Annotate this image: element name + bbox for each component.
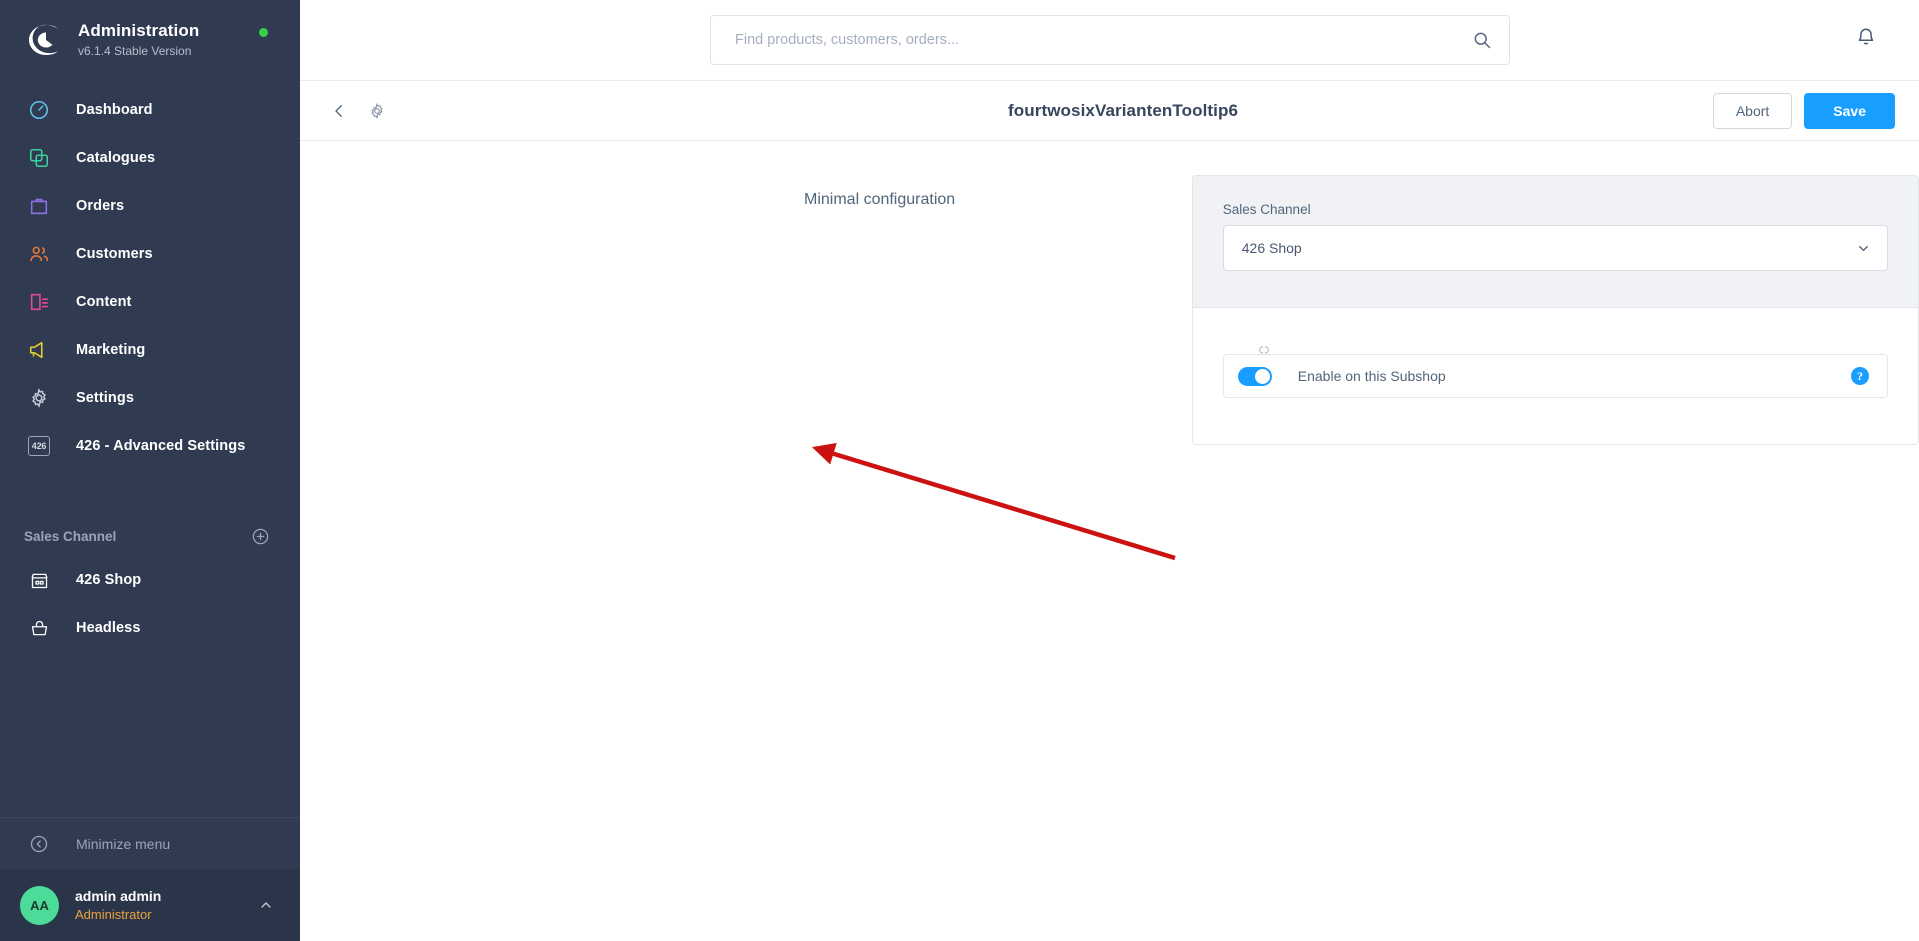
sales-channel-select-value: 426 Shop [1242,240,1302,256]
chevron-down-icon[interactable] [1856,241,1871,256]
customers-icon [24,239,54,269]
sidebar-item-label: Settings [76,390,134,406]
sidebar-item-label: Content [76,294,131,310]
sidebar-item-customers[interactable]: Customers [0,230,300,278]
global-search [710,15,1510,65]
section-label: Minimal configuration [804,175,986,209]
sidebar-item-orders[interactable]: Orders [0,182,300,230]
dashboard-icon [24,95,54,125]
badge-426-text: 426 [28,436,50,456]
brand-version: v6.1.4 Stable Version [78,43,199,59]
sidebar-item-label: Orders [76,198,124,214]
gear-icon[interactable] [362,96,392,126]
sidebar-item-label: Customers [76,246,153,262]
topbar [300,0,1919,80]
orders-icon [24,191,54,221]
toggle-knob [1255,369,1270,384]
save-button[interactable]: Save [1804,93,1895,129]
sidebar-item-label: 426 - Advanced Settings [76,438,245,454]
storefront-icon [24,565,54,595]
sidebar-spacer [0,652,300,817]
enable-subshop-label: Enable on this Subshop [1298,368,1446,384]
sales-channel-section-title: Sales Channel [24,529,116,544]
chevron-up-icon[interactable] [258,897,274,913]
sidebar-nav: Dashboard Catalogues Orders [0,86,300,470]
chevron-left-icon[interactable] [324,96,354,126]
page-title: fourtwosixVariantenTooltip6 [1008,101,1238,121]
user-name: admin admin [75,887,258,905]
plus-circle-icon[interactable] [251,527,270,546]
content-area: Minimal configuration Sales Channel 426 … [300,141,1919,941]
avatar: AA [20,886,59,925]
sidebar-item-426-advanced-settings[interactable]: 426 426 - Advanced Settings [0,422,300,470]
sidebar-sales-channel-headless[interactable]: Headless [0,604,300,652]
sidebar-brand[interactable]: Administration v6.1.4 Stable Version [0,0,300,76]
user-text: admin admin Administrator [75,887,258,923]
brand-text: Administration v6.1.4 Stable Version [78,21,199,59]
sales-channel-section-header: Sales Channel [0,516,300,556]
inheritance-broken-icon[interactable] [1256,342,1272,358]
sidebar-item-label: Catalogues [76,150,155,166]
user-role: Administrator [75,906,258,923]
minimize-menu-label: Minimize menu [76,836,170,852]
sidebar-item-marketing[interactable]: Marketing [0,326,300,374]
help-circle-icon[interactable]: ? [1851,367,1869,385]
sidebar-item-label: Marketing [76,342,145,358]
marketing-icon [24,335,54,365]
sidebar-item-settings[interactable]: Settings [0,374,300,422]
gear-icon [24,383,54,413]
config-card: Sales Channel 426 Shop [1192,175,1919,445]
badge-426-icon: 426 [24,431,54,461]
user-menu[interactable]: AA admin admin Administrator [0,869,300,941]
sidebar-item-dashboard[interactable]: Dashboard [0,86,300,134]
content-icon [24,287,54,317]
bell-icon[interactable] [1855,26,1877,48]
page-toolbar: fourtwosixVariantenTooltip6 Abort Save [300,80,1919,141]
sidebar-item-content[interactable]: Content [0,278,300,326]
minimize-menu-button[interactable]: Minimize menu [0,817,300,869]
config-row: Minimal configuration Sales Channel 426 … [300,175,1919,445]
app-root: Administration v6.1.4 Stable Version Das… [0,0,1919,941]
sidebar-item-label: Dashboard [76,102,153,118]
sales-channel-field-label: Sales Channel [1223,202,1888,217]
search-input[interactable] [710,15,1510,65]
sidebar-item-catalogues[interactable]: Catalogues [0,134,300,182]
sidebar-sales-channel-label: Headless [76,620,140,636]
search-icon[interactable] [1472,30,1492,50]
catalogues-icon [24,143,54,173]
enable-subshop-toggle[interactable] [1238,367,1272,386]
collapse-left-icon [24,829,54,859]
status-dot-icon [259,28,268,37]
sidebar-sales-channel-label: 426 Shop [76,572,141,588]
shopware-logo-icon [22,18,66,62]
card-header: Sales Channel 426 Shop [1193,176,1918,308]
basket-icon [24,613,54,643]
card-body: Enable on this Subshop ? [1193,308,1918,444]
abort-button[interactable]: Abort [1713,93,1792,129]
sidebar-sales-channel-426-shop[interactable]: 426 Shop [0,556,300,604]
sidebar: Administration v6.1.4 Stable Version Das… [0,0,300,941]
sales-channel-select[interactable]: 426 Shop [1223,225,1888,271]
subshop-switch-row: Enable on this Subshop ? [1223,354,1888,398]
page-actions: Abort Save [1713,93,1895,129]
brand-title: Administration [78,21,199,41]
main-area: fourtwosixVariantenTooltip6 Abort Save M… [300,0,1919,941]
